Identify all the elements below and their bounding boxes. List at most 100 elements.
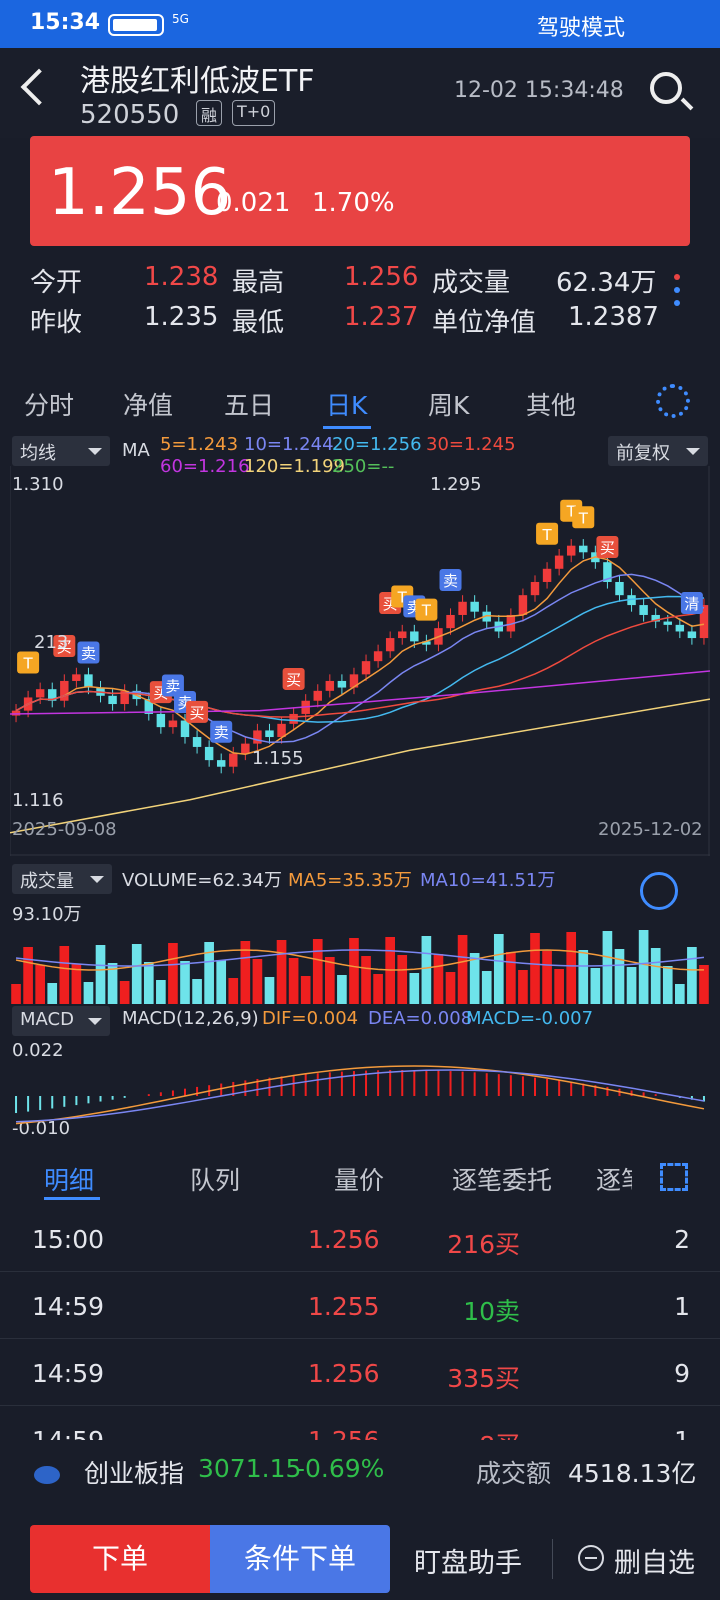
quote-stats[interactable]: 今开 1.238 最高 1.256 成交量 62.34万 昨收 1.235 最低… <box>0 256 720 356</box>
volume-bar <box>312 939 323 1004</box>
macd-params: MACD(12,26,9) <box>122 1008 259 1029</box>
volume-bar <box>566 932 577 1004</box>
candle-body <box>530 581 540 596</box>
tick-list: 15:00 1.256 216买 2 14:59 1.255 10卖 1 14:59 1.256 3… <box>0 1205 720 1473</box>
index-ticker[interactable]: 创业板指 3071.15 -0.69% 成交额 4518.13亿 <box>0 1440 720 1510</box>
tab-other[interactable]: 其他 <box>526 386 576 422</box>
macd-dea: DEA=0.008 <box>368 1008 473 1029</box>
volume-panel[interactable]: 成交量 VOLUME=62.34万 MA5=35.35万 MA10=41.51万… <box>0 864 720 1004</box>
tab-detail[interactable]: 明细 <box>44 1161 94 1197</box>
tick-price: 1.256 <box>308 1225 380 1254</box>
trade-signal-label: T <box>421 602 432 620</box>
tick-volume: 10卖 <box>463 1297 520 1326</box>
volume-bar <box>361 956 371 1004</box>
watch-helper-button[interactable]: 盯盘助手 <box>414 1541 522 1580</box>
volume-ma5-line <box>15 949 704 971</box>
tab-intraday[interactable]: 分时 <box>24 386 74 422</box>
tab-nav[interactable]: 净值 <box>123 386 173 422</box>
candle-body <box>687 631 697 639</box>
volume-ma5: MA5=35.35万 <box>288 870 412 891</box>
expand-icon[interactable] <box>640 872 678 910</box>
volume-bar <box>542 951 552 1004</box>
volume-bar <box>421 936 432 1004</box>
candle-body <box>470 601 479 612</box>
trade-signal-label: 买 <box>286 671 301 689</box>
fullscreen-icon[interactable] <box>660 1163 688 1191</box>
volume-bar <box>11 984 21 1004</box>
detail-tabs: 明细 队列 量价 逐笔委托 逐笔 <box>0 1145 720 1205</box>
volume-bar <box>252 959 263 1004</box>
volume-bar <box>47 983 58 1004</box>
date-start: 2025-09-08 <box>12 819 117 840</box>
volume-bar <box>614 949 625 1004</box>
trade-signal-label: 清 <box>684 595 699 613</box>
tab-weekly-k[interactable]: 周K <box>428 386 469 422</box>
volume-label: 成交量 <box>432 268 511 298</box>
candle-body <box>216 760 226 767</box>
remove-watchlist-button[interactable]: 删自选 <box>614 1541 695 1580</box>
candle-body <box>325 680 335 691</box>
high-label: 最高 <box>232 268 285 298</box>
indicator-dropdown[interactable]: 均线 <box>12 436 110 466</box>
trade-signal-label: T <box>578 509 589 527</box>
search-icon[interactable] <box>650 72 682 104</box>
bottom-action-bar: 下单 条件下单 盯盘助手 删自选 <box>0 1505 720 1600</box>
volume-bar <box>168 943 178 1004</box>
tick-row: 14:59 1.256 335买 9 <box>0 1339 720 1406</box>
chart-tabs: 分时 净值 五日 日K 周K 其他 <box>0 366 720 436</box>
tab-five-day[interactable]: 五日 <box>224 386 274 422</box>
tick-price: 1.256 <box>308 1359 380 1388</box>
volume-bar <box>216 960 227 1004</box>
macd-dropdown[interactable]: MACD <box>12 1006 110 1036</box>
volume-bar <box>650 948 661 1004</box>
index-name: 创业板指 <box>84 1459 185 1488</box>
remove-circle-icon <box>578 1545 604 1571</box>
tab-trade-by-trade[interactable]: 逐笔 <box>596 1161 632 1197</box>
ma-label: MA <box>122 440 150 461</box>
trade-signal-label: 卖 <box>443 572 458 590</box>
conditional-order-button[interactable]: 条件下单 <box>210 1525 390 1593</box>
kline-panel[interactable]: 均线 MA 5=1.243 10=1.244 20=1.256 30=1.245… <box>0 434 720 856</box>
order-button[interactable]: 下单 <box>30 1525 210 1593</box>
volume-dropdown[interactable]: 成交量 <box>12 864 112 894</box>
settings-gear-icon[interactable] <box>656 384 690 418</box>
volume-bar <box>578 950 589 1004</box>
tab-volume-price[interactable]: 量价 <box>334 1161 384 1197</box>
candle-body <box>168 720 178 728</box>
volume-bar <box>626 967 637 1004</box>
candle-body <box>253 730 262 744</box>
ma5-value: 5=1.243 <box>160 434 239 455</box>
tab-daily-k[interactable]: 日K <box>326 386 367 422</box>
volume-bar <box>228 978 239 1004</box>
volume-bar <box>433 954 444 1004</box>
candle-body <box>192 737 202 747</box>
back-icon[interactable] <box>20 68 58 106</box>
nav-label: 单位净值 <box>432 308 537 338</box>
more-dots-icon[interactable] <box>674 274 680 280</box>
margin-tag: 融 <box>196 100 223 126</box>
tab-queue[interactable]: 队列 <box>190 1161 240 1197</box>
candle-body <box>458 601 467 615</box>
volume-bar <box>156 980 166 1004</box>
candle-body <box>542 568 552 582</box>
candle-body <box>265 730 274 738</box>
tab-order-by-order[interactable]: 逐笔委托 <box>452 1161 552 1197</box>
volume-bar <box>264 977 275 1004</box>
date-end: 2025-12-02 <box>598 819 703 840</box>
volume-bar <box>530 933 540 1004</box>
adjust-dropdown[interactable]: 前复权 <box>608 436 708 466</box>
volume-bar <box>35 965 45 1004</box>
low-label: 最低 <box>232 308 285 338</box>
macd-value: MACD=-0.007 <box>466 1008 594 1029</box>
candle-body <box>84 674 93 688</box>
volume-bar <box>131 944 142 1004</box>
candle-body <box>35 689 45 698</box>
candle-body <box>373 651 383 662</box>
ma20-value: 20=1.256 <box>332 434 422 455</box>
trade-signal-label: 卖 <box>81 645 96 663</box>
driving-mode[interactable]: 驾驶模式 <box>537 10 625 42</box>
bottom-divider <box>552 1539 553 1579</box>
candle-body <box>385 638 395 652</box>
macd-panel[interactable]: MACD MACD(12,26,9) DIF=0.004 DEA=0.008 M… <box>0 1006 720 1140</box>
volume-bar <box>192 979 202 1004</box>
